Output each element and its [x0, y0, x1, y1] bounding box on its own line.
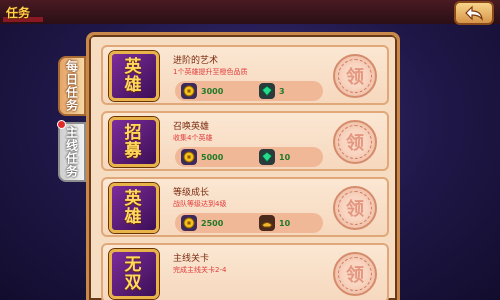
reward-amount: 3	[279, 87, 285, 96]
task-desc: 完成主线关卡2-4	[173, 266, 227, 274]
reward-bar: 2500 10	[175, 213, 323, 233]
task-row: 无双 主线关卡 完成主线关卡2-4 领	[101, 243, 389, 300]
gem-icon	[259, 83, 275, 99]
task-icon-warrior: 无双	[109, 249, 159, 299]
task-panel[interactable]: 英雄 进阶的艺术 1个英雄提升至橙色品质 3000 3 领 招募 召唤英雄 收集…	[86, 32, 400, 300]
back-button[interactable]	[454, 1, 494, 25]
claim-label: 领	[346, 67, 364, 88]
task-row: 英雄 进阶的艺术 1个英雄提升至橙色品质 3000 3 领	[101, 45, 389, 105]
claim-label: 领	[346, 265, 364, 286]
reward-amount: 10	[279, 219, 291, 228]
task-name: 主线关卡	[173, 254, 210, 264]
corner-ornament	[89, 35, 96, 42]
gem-icon	[259, 149, 275, 165]
task-icon-recruit: 招募	[109, 117, 159, 167]
claim-button[interactable]: 领	[333, 252, 377, 296]
claim-label: 领	[346, 133, 364, 154]
task-desc: 战队等级达到4级	[173, 200, 227, 208]
task-desc: 收集4个英雄	[173, 134, 213, 142]
reward-bar: 5000 10	[175, 147, 323, 167]
claim-button[interactable]: 领	[333, 186, 377, 230]
task-desc: 1个英雄提升至橙色品质	[173, 68, 248, 76]
task-row: 英雄 等级成长 战队等级达到4级 2500 10 领	[101, 177, 389, 237]
task-icon-text: 招募	[124, 123, 144, 161]
reward-amount: 10	[279, 153, 291, 162]
tab-main-tasks[interactable]: 主线任务	[57, 120, 86, 182]
claim-button[interactable]: 领	[333, 120, 377, 164]
back-arrow-icon	[465, 5, 483, 21]
claim-label: 领	[346, 199, 364, 220]
claim-button[interactable]: 领	[333, 54, 377, 98]
task-icon-text: 英雄	[124, 189, 144, 227]
tab-main-label: 主线任务	[64, 126, 79, 178]
coin-icon	[181, 83, 197, 99]
gold-ingot-icon	[259, 215, 275, 231]
reward-amount: 2500	[201, 219, 224, 228]
task-name: 等级成长	[173, 188, 210, 198]
task-row: 招募 召唤英雄 收集4个英雄 5000 10 领	[101, 111, 389, 171]
task-icon-hero: 英雄	[109, 183, 159, 233]
tab-daily-label: 每日任务	[64, 60, 79, 112]
task-icon-text: 英雄	[124, 57, 144, 95]
reward-amount: 5000	[201, 153, 224, 162]
task-name: 召唤英雄	[173, 122, 210, 132]
reward-bar: 3000 3	[175, 81, 323, 101]
notice-dot-icon	[57, 120, 66, 129]
top-bar: 任务	[0, 0, 500, 25]
task-icon-hero: 英雄	[109, 51, 159, 101]
coin-icon	[181, 149, 197, 165]
coin-icon	[181, 215, 197, 231]
reward-amount: 3000	[201, 87, 224, 96]
task-name: 进阶的艺术	[173, 56, 219, 66]
page-title: 任务	[6, 6, 31, 20]
corner-ornament	[390, 35, 397, 42]
tab-daily-tasks[interactable]: 每日任务	[58, 56, 86, 116]
task-icon-text: 无双	[124, 255, 144, 293]
